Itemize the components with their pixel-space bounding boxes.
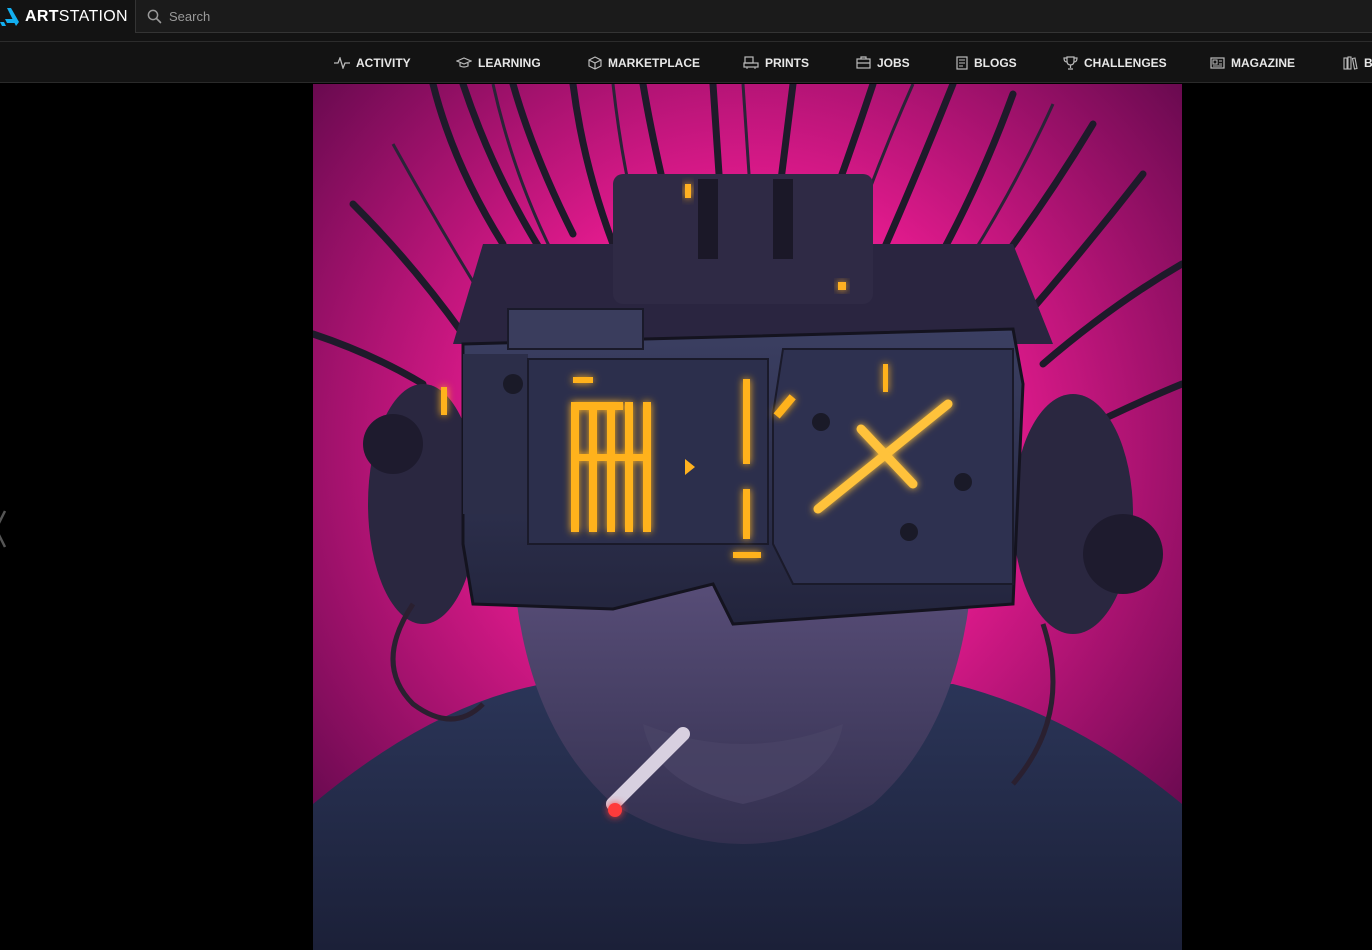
graduation-cap-icon — [456, 56, 472, 68]
chevron-left-icon — [0, 510, 7, 548]
nav-label: BLOGS — [974, 55, 1017, 70]
nav-activity[interactable]: ACTIVITY — [334, 42, 411, 82]
nav-label: B — [1364, 55, 1372, 70]
activity-icon — [334, 56, 350, 69]
search-bar[interactable] — [135, 0, 1372, 33]
document-icon — [956, 55, 968, 70]
artstation-logo[interactable]: ARTSTATION — [0, 0, 128, 34]
nav-jobs[interactable]: JOBS — [856, 42, 910, 82]
newspaper-icon — [1210, 56, 1225, 69]
previous-button[interactable] — [0, 509, 8, 554]
nav-books[interactable]: B — [1343, 42, 1372, 82]
nav-label: LEARNING — [478, 55, 541, 70]
briefcase-icon — [856, 56, 871, 69]
nav-challenges[interactable]: CHALLENGES — [1063, 42, 1167, 82]
nav-label: PRINTS — [765, 55, 810, 70]
nav-magazine[interactable]: MAGAZINE — [1210, 42, 1295, 82]
logo-text: ARTSTATION — [25, 8, 128, 25]
nav-marketplace[interactable]: MARKETPLACE — [588, 42, 700, 82]
top-bar: ARTSTATION — [0, 0, 1372, 42]
print-icon — [743, 55, 759, 69]
books-icon — [1343, 55, 1358, 70]
search-input[interactable] — [169, 8, 769, 24]
nav-label: CHALLENGES — [1084, 55, 1167, 70]
box-icon — [588, 55, 602, 70]
nav-label: JOBS — [877, 55, 910, 70]
search-icon — [147, 9, 162, 23]
main-nav: ACTIVITY LEARNING MARKETPLACE PRINTS JOB… — [0, 42, 1372, 83]
nav-label: MAGAZINE — [1231, 55, 1295, 70]
nav-blogs[interactable]: BLOGS — [956, 42, 1017, 82]
trophy-icon — [1063, 55, 1078, 70]
artstation-logo-icon — [0, 8, 19, 26]
nav-label: MARKETPLACE — [608, 55, 700, 70]
nav-learning[interactable]: LEARNING — [456, 42, 541, 82]
artwork-image[interactable] — [313, 84, 1182, 950]
nav-label: ACTIVITY — [356, 55, 411, 70]
nav-prints[interactable]: PRINTS — [743, 42, 810, 82]
cyberpunk-portrait-illustration — [313, 84, 1182, 950]
